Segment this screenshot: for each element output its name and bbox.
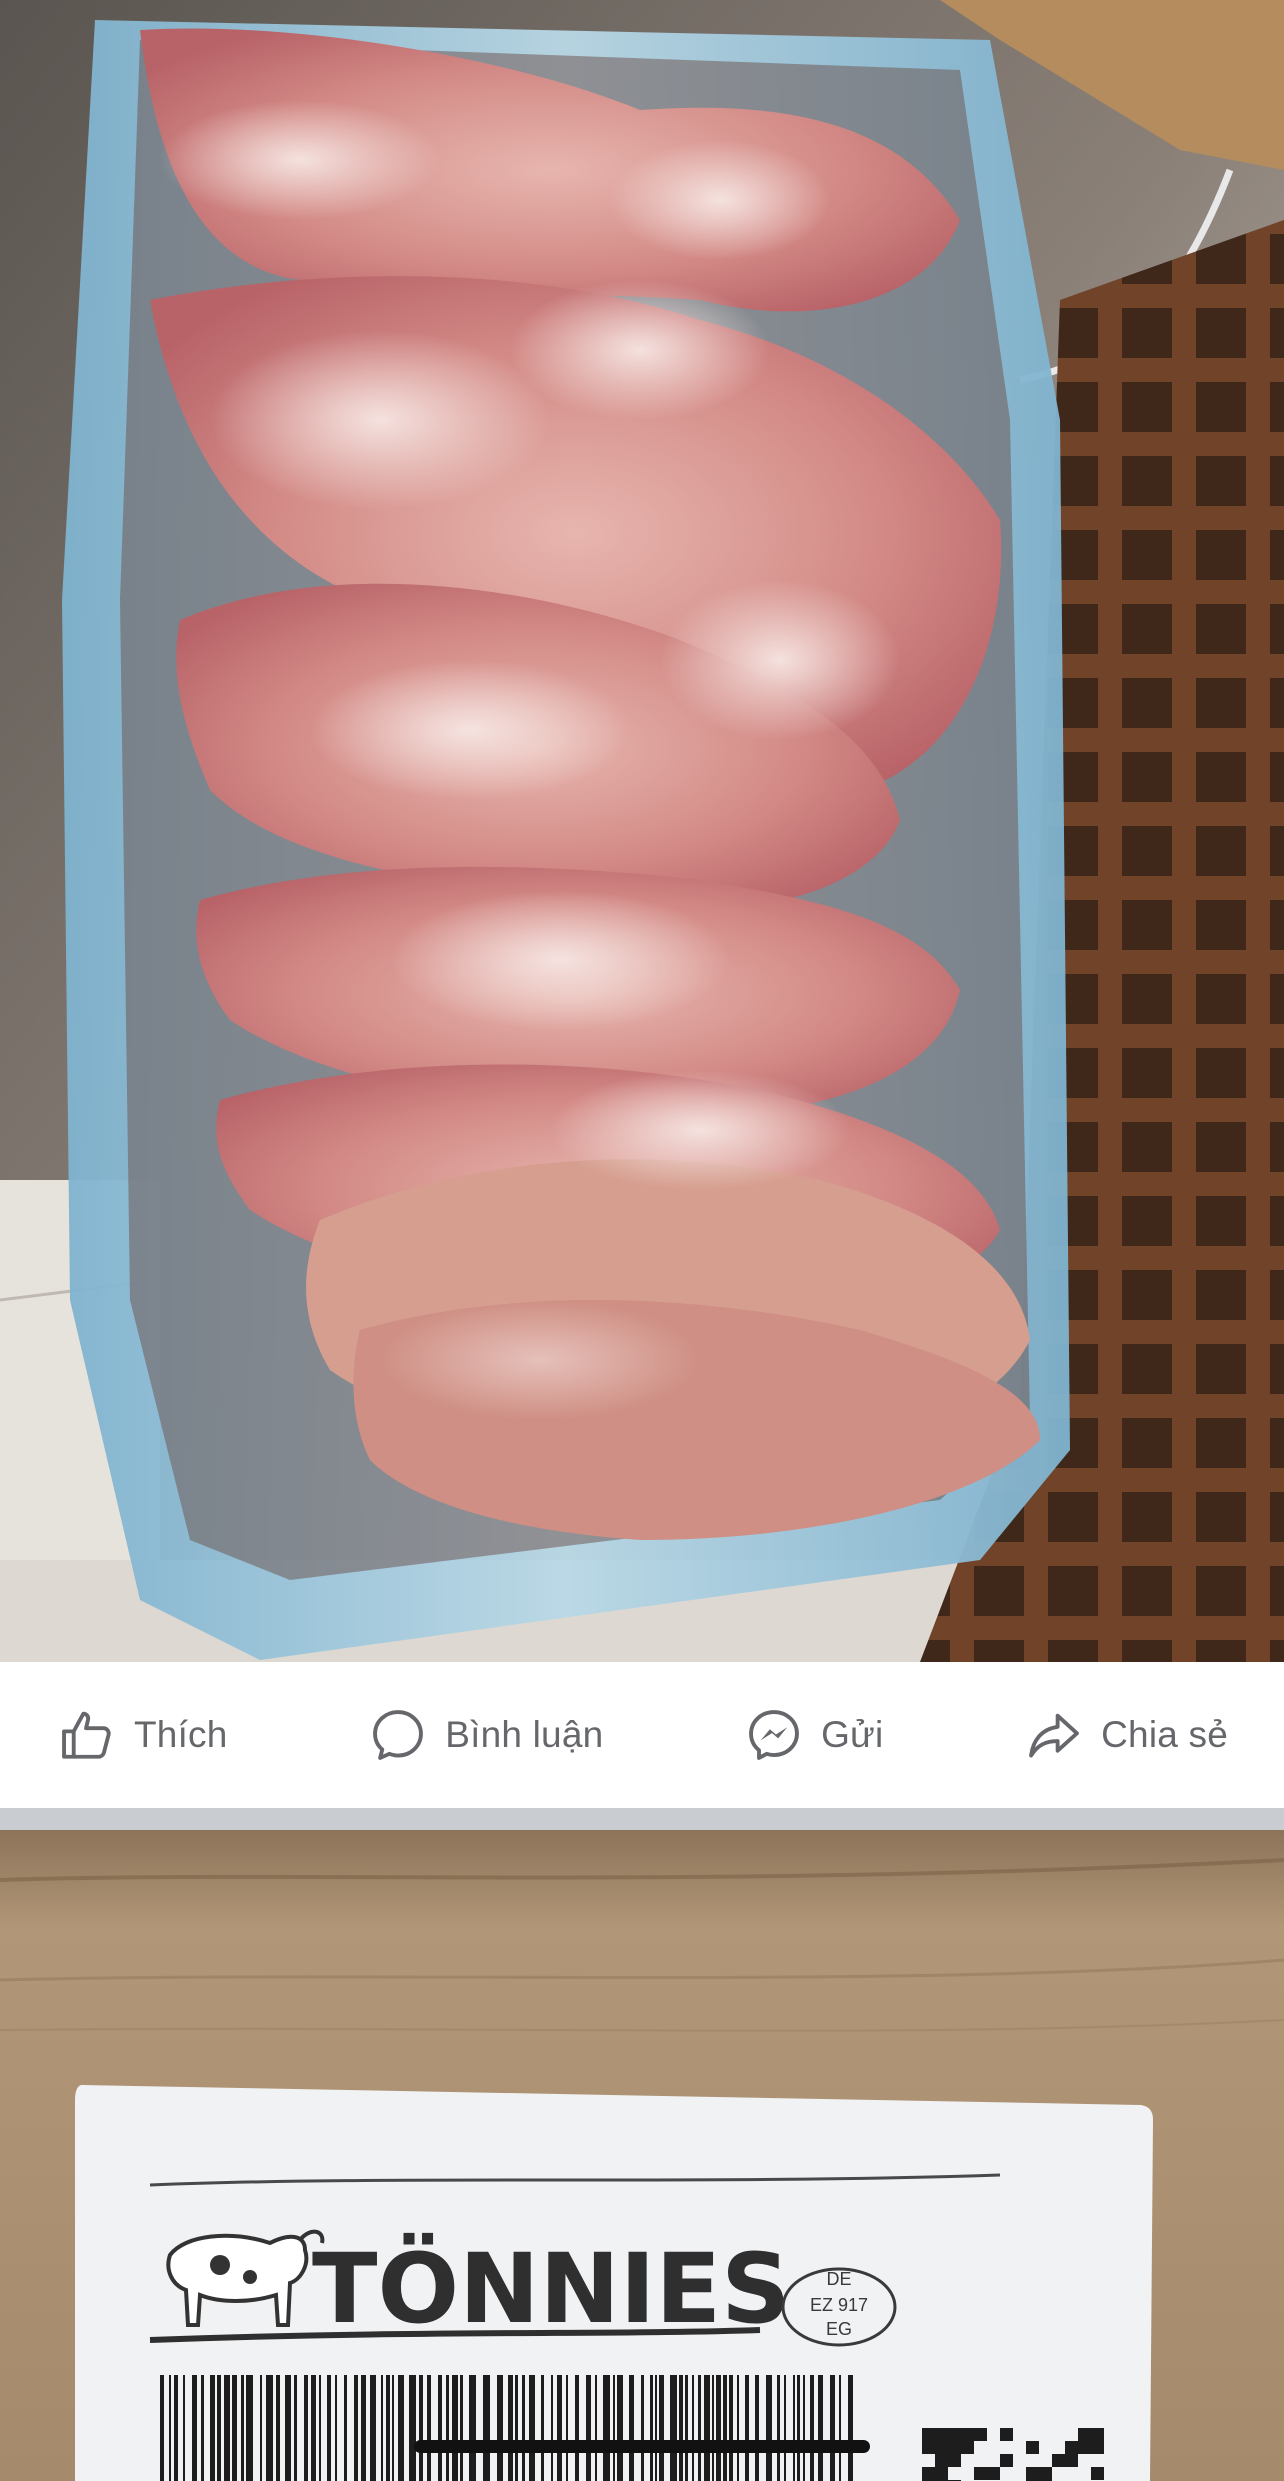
feed-divider: [0, 1808, 1284, 1830]
comment-label: Bình luận: [445, 1714, 604, 1755]
send-label: Gửi: [821, 1714, 884, 1755]
seal-line-1: DE: [826, 2269, 851, 2289]
comment-button[interactable]: Bình luận: [369, 1706, 603, 1764]
seal-line-3: EG: [826, 2319, 852, 2339]
post-photo-box-label[interactable]: TÖNNIES DE EZ 917 EG: [0, 1830, 1284, 2481]
seal-line-2: EZ 917: [810, 2295, 868, 2315]
share-icon: [1029, 1713, 1080, 1758]
send-button[interactable]: Gửi: [745, 1706, 883, 1764]
share-button[interactable]: Chia sẻ: [1025, 1706, 1228, 1764]
feed-screen: Thích Bình luận Gửi Chia sẻ TÖNNIES DE E…: [0, 0, 1284, 2481]
like-button[interactable]: Thích: [58, 1706, 228, 1764]
home-indicator[interactable]: [414, 2440, 870, 2453]
comment-icon: [373, 1710, 424, 1760]
brand-name: TÖNNIES: [312, 2232, 790, 2345]
like-label: Thích: [134, 1714, 228, 1755]
share-label: Chia sẻ: [1101, 1714, 1228, 1755]
post-photo-frozen-meat-box[interactable]: [0, 0, 1284, 1662]
frozen-meat-box-image: [0, 0, 1284, 1662]
tonnies-box-label-image: TÖNNIES DE EZ 917 EG: [0, 1830, 1284, 2481]
messenger-icon: [749, 1710, 799, 1760]
post-action-bar: Thích Bình luận Gửi Chia sẻ: [0, 1662, 1284, 1808]
thumbs-up-icon: [62, 1711, 111, 1759]
